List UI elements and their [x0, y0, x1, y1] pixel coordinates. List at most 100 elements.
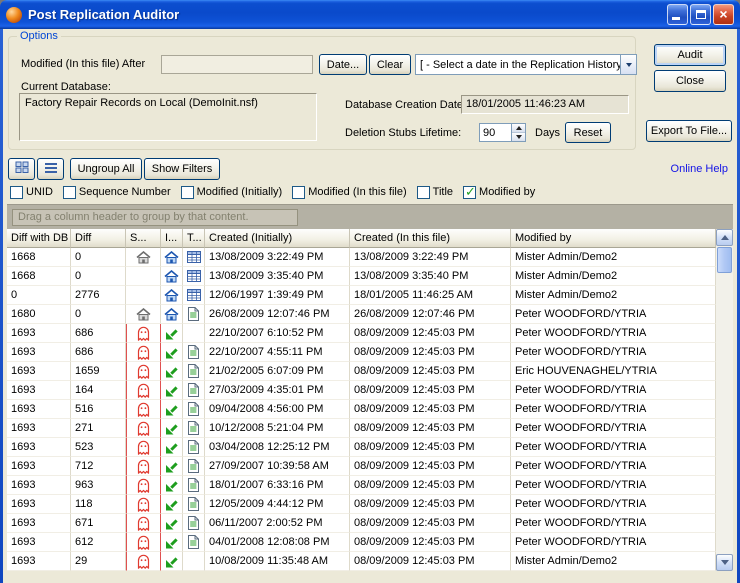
cell-initially: [161, 267, 183, 286]
combo-dropdown-button[interactable]: [620, 55, 636, 74]
filter-checkbox-label: Modified (In this file): [308, 186, 406, 198]
grouping-band[interactable]: Drag a column header to group by that co…: [7, 204, 733, 229]
column-header-status[interactable]: S...: [126, 229, 161, 248]
column-header-created-in-file[interactable]: Created (In this file): [350, 229, 511, 248]
column-header-modified-by[interactable]: Modified by: [511, 229, 716, 248]
filter-checkbox-sequence-number[interactable]: Sequence Number: [63, 186, 171, 199]
cell-modified-by: Mister Admin/Demo2: [511, 286, 716, 305]
checkbox-unchecked-icon[interactable]: [181, 186, 194, 199]
table-row[interactable]: 1668013/08/2009 3:22:49 PM13/08/2009 3:2…: [7, 248, 716, 267]
filter-checkbox-modified-in-this-file[interactable]: Modified (In this file): [292, 186, 406, 199]
cell-initially: [161, 419, 183, 438]
cell-diff: 118: [71, 495, 126, 514]
replication-history-select[interactable]: [ - Select a date in the Replication His…: [415, 54, 637, 75]
ungroup-all-button[interactable]: Ungroup All: [70, 158, 142, 180]
table-row[interactable]: 169368622/10/2007 6:10:52 PM08/09/2009 1…: [7, 324, 716, 343]
cell-status: [126, 514, 161, 533]
column-header-initially[interactable]: I...: [161, 229, 183, 248]
table-row[interactable]: 169352303/04/2008 12:25:12 PM08/09/2009 …: [7, 438, 716, 457]
cell-created-initially: 06/11/2007 2:00:52 PM: [205, 514, 350, 533]
table-row[interactable]: 1680026/08/2009 12:07:46 PM26/08/2009 12…: [7, 305, 716, 324]
scroll-up-button[interactable]: [716, 229, 733, 246]
audit-button[interactable]: Audit: [654, 44, 726, 66]
checkbox-unchecked-icon[interactable]: [292, 186, 305, 199]
cell-diff: 271: [71, 419, 126, 438]
checkbox-checked-icon[interactable]: [463, 186, 476, 199]
column-header-type[interactable]: T...: [183, 229, 205, 248]
toolbar-grid-button[interactable]: [8, 158, 35, 180]
reset-button[interactable]: Reset: [565, 122, 611, 143]
cell-modified-by: Peter WOODFORD/YTRIA: [511, 381, 716, 400]
arrow-green-icon: [165, 555, 178, 568]
table-row[interactable]: 169311812/05/2009 4:44:12 PM08/09/2009 1…: [7, 495, 716, 514]
export-to-file-button[interactable]: Export To File...: [646, 120, 732, 142]
arrow-green-icon: [165, 327, 178, 340]
cell-diff: 0: [71, 305, 126, 324]
cell-status: [126, 248, 161, 267]
titlebar[interactable]: Post Replication Auditor ×: [0, 0, 740, 29]
ghost-icon: [137, 497, 150, 512]
vertical-scrollbar[interactable]: [716, 229, 733, 571]
cell-type: [183, 343, 205, 362]
checkbox-unchecked-icon[interactable]: [63, 186, 76, 199]
checkbox-unchecked-icon[interactable]: [417, 186, 430, 199]
cell-type: [183, 419, 205, 438]
modified-after-input[interactable]: [161, 55, 313, 74]
show-filters-button[interactable]: Show Filters: [144, 158, 220, 180]
column-header-diff-with-db[interactable]: Diff with DB: [7, 229, 71, 248]
deletion-stubs-input[interactable]: [479, 123, 511, 142]
document-icon: [188, 459, 199, 473]
cell-type: [183, 438, 205, 457]
house-blue-icon: [164, 289, 179, 302]
cell-modified-by: Peter WOODFORD/YTRIA: [511, 533, 716, 552]
clear-button[interactable]: Clear: [369, 54, 411, 75]
table-row[interactable]: 1668013/08/2009 3:35:40 PM13/08/2009 3:3…: [7, 267, 716, 286]
minimize-button[interactable]: [667, 4, 688, 25]
spin-down-button[interactable]: [512, 133, 525, 141]
column-header-created-initially[interactable]: Created (Initially): [205, 229, 350, 248]
filter-checkbox-modified-initially[interactable]: Modified (Initially): [181, 186, 283, 199]
cell-created-in-file: 08/09/2009 12:45:03 PM: [350, 419, 511, 438]
filter-checkbox-modified-by[interactable]: Modified by: [463, 186, 535, 199]
ghost-icon: [137, 535, 150, 550]
close-button[interactable]: Close: [654, 70, 726, 92]
cell-created-in-file: 08/09/2009 12:45:03 PM: [350, 495, 511, 514]
cell-modified-by: Peter WOODFORD/YTRIA: [511, 343, 716, 362]
table-row[interactable]: 169361204/01/2008 12:08:08 PM08/09/2009 …: [7, 533, 716, 552]
table-row[interactable]: 169316427/03/2009 4:35:01 PM08/09/2009 1…: [7, 381, 716, 400]
cell-status: [126, 267, 161, 286]
table-row[interactable]: 169396318/01/2007 6:33:16 PM08/09/2009 1…: [7, 476, 716, 495]
online-help-link[interactable]: Online Help: [671, 163, 728, 175]
cell-status: [126, 343, 161, 362]
deletion-stubs-stepper[interactable]: [479, 123, 526, 142]
scroll-down-button[interactable]: [716, 554, 733, 571]
table-row[interactable]: 169367106/11/2007 2:00:52 PM08/09/2009 1…: [7, 514, 716, 533]
cell-diff-with-db: 1693: [7, 381, 71, 400]
table-row[interactable]: 169351609/04/2008 4:56:00 PM08/09/2009 1…: [7, 400, 716, 419]
document-icon: [188, 497, 199, 511]
filter-checkbox-unid[interactable]: UNID: [10, 186, 53, 199]
scrollbar-thumb[interactable]: [717, 247, 732, 273]
date-button[interactable]: Date...: [319, 54, 367, 75]
spin-up-button[interactable]: [512, 124, 525, 133]
cell-initially: [161, 381, 183, 400]
table-row[interactable]: 169368622/10/2007 4:55:11 PM08/09/2009 1…: [7, 343, 716, 362]
toolbar-rows-button[interactable]: [37, 158, 64, 180]
cell-type: [183, 495, 205, 514]
cell-diff-with-db: 1668: [7, 248, 71, 267]
column-header-diff[interactable]: Diff: [71, 229, 126, 248]
maximize-button[interactable]: [690, 4, 711, 25]
house-blue-icon: [164, 270, 179, 283]
table-row[interactable]: 169371227/09/2007 10:39:58 AM08/09/2009 …: [7, 457, 716, 476]
close-window-button[interactable]: ×: [713, 4, 734, 25]
table-row[interactable]: 169327110/12/2008 5:21:04 PM08/09/2009 1…: [7, 419, 716, 438]
cell-created-initially: 09/04/2008 4:56:00 PM: [205, 400, 350, 419]
table-row[interactable]: 1693165921/02/2005 6:07:09 PM08/09/2009 …: [7, 362, 716, 381]
cell-initially: [161, 495, 183, 514]
filter-checkbox-title[interactable]: Title: [417, 186, 453, 199]
table-row[interactable]: 16932910/08/2009 11:35:48 AM08/09/2009 1…: [7, 552, 716, 571]
checkbox-unchecked-icon[interactable]: [10, 186, 23, 199]
table-row[interactable]: 0277612/06/1997 1:39:49 PM18/01/2005 11:…: [7, 286, 716, 305]
cell-created-initially: 18/01/2007 6:33:16 PM: [205, 476, 350, 495]
spin-up-icon: [516, 126, 522, 130]
